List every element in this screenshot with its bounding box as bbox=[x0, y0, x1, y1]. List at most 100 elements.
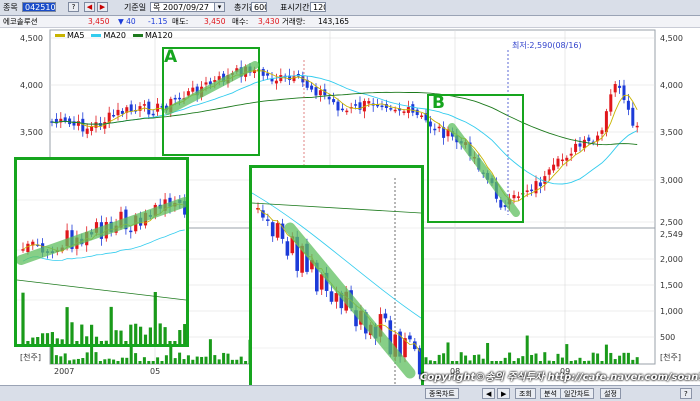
candle-body bbox=[543, 176, 547, 184]
volume-bar bbox=[98, 361, 102, 364]
volume-bar bbox=[508, 352, 512, 364]
volume-bar bbox=[472, 355, 476, 364]
volume-bar bbox=[587, 360, 591, 364]
candle-body bbox=[274, 80, 278, 84]
candle-body bbox=[437, 126, 441, 129]
candle-body bbox=[156, 103, 160, 112]
volume-tick-2000: 2,000 bbox=[660, 255, 683, 264]
volume-bar bbox=[116, 361, 120, 364]
candle-body bbox=[191, 87, 195, 92]
candle-body bbox=[600, 130, 604, 134]
toolbar: 종목 042510 ? ◀ ▶ 기준일 목 2007/09/27 ▾ 총기간 6… bbox=[0, 0, 700, 16]
legend-ma5: MA5 bbox=[55, 31, 84, 40]
next-button[interactable]: ▶ bbox=[97, 2, 108, 12]
change-rate: -1.15 bbox=[148, 17, 168, 26]
volume-bar bbox=[160, 361, 164, 364]
candle-body bbox=[63, 117, 67, 122]
volume-bar bbox=[59, 356, 63, 364]
candle-body bbox=[512, 195, 516, 199]
volume-bar bbox=[85, 352, 89, 364]
candle-body bbox=[314, 87, 318, 96]
volume-bar bbox=[119, 330, 123, 344]
volume-bar bbox=[200, 356, 204, 364]
volume-bar bbox=[55, 338, 59, 344]
volume-bar bbox=[433, 361, 437, 364]
analysis-button[interactable]: 분석 bbox=[540, 388, 561, 399]
help-bottom-button[interactable]: ? bbox=[680, 388, 692, 399]
volume-bar bbox=[552, 361, 556, 364]
volume-bar bbox=[235, 359, 239, 364]
period-input[interactable]: 600 bbox=[251, 2, 267, 12]
daily-chart-button[interactable]: 일간차트 bbox=[560, 388, 594, 399]
volume-bar bbox=[503, 357, 507, 364]
zoom-chart-b bbox=[252, 178, 421, 390]
candle-body bbox=[538, 182, 542, 187]
scroll-right-button[interactable]: ▶ bbox=[497, 388, 511, 399]
volume-bar bbox=[31, 337, 35, 344]
volume-bar bbox=[112, 359, 116, 364]
volume-bar bbox=[99, 341, 103, 344]
volume-bar bbox=[45, 333, 50, 344]
volume-bar bbox=[490, 361, 494, 364]
display-label: 표시기간 bbox=[280, 3, 310, 12]
date-input[interactable]: 목 2007/09/27 bbox=[150, 2, 218, 12]
volume-bar bbox=[582, 361, 586, 364]
volume-bar bbox=[512, 361, 516, 364]
prev-button[interactable]: ◀ bbox=[84, 2, 95, 12]
volume-bar bbox=[468, 360, 472, 364]
low-price-note: 최저:2,590(08/16) bbox=[512, 41, 582, 50]
candle-body bbox=[129, 104, 133, 112]
candle-body bbox=[415, 109, 419, 116]
volume-bar bbox=[125, 357, 129, 364]
candle-body bbox=[411, 104, 415, 113]
candle-body bbox=[275, 223, 280, 238]
candle-body bbox=[266, 73, 270, 76]
candle-body bbox=[354, 104, 358, 106]
candle-body bbox=[336, 101, 340, 111]
volume-bar bbox=[477, 354, 481, 364]
candle-body bbox=[552, 164, 556, 171]
candle-body bbox=[367, 101, 371, 104]
settings-button[interactable]: 설정 bbox=[600, 388, 621, 399]
candle-body bbox=[525, 190, 529, 192]
volume-bar bbox=[163, 327, 167, 344]
scroll-left-button[interactable]: ◀ bbox=[482, 388, 496, 399]
date-dropdown-icon[interactable]: ▾ bbox=[214, 2, 225, 12]
volume-tick-500: 500 bbox=[660, 333, 676, 342]
stock-chart-tab[interactable]: 종목차트 bbox=[425, 388, 459, 399]
candle-body bbox=[556, 158, 560, 167]
volume-bar bbox=[530, 354, 534, 364]
help-button[interactable]: ? bbox=[68, 2, 79, 12]
volume-bar bbox=[183, 324, 186, 344]
ask-label: 매도: bbox=[172, 17, 189, 26]
volume-bar bbox=[604, 344, 608, 364]
candle-body bbox=[319, 274, 324, 290]
price-tick-4500: 4,500 bbox=[660, 34, 683, 43]
candle-body bbox=[389, 108, 393, 110]
current-price: 3,450 bbox=[88, 17, 110, 26]
stock-code-input[interactable]: 042510 bbox=[22, 2, 56, 12]
candle-body bbox=[516, 196, 520, 198]
display-input[interactable]: 120 bbox=[310, 2, 326, 12]
volume-tick-max: 2,549 bbox=[660, 230, 683, 239]
ma-legend: MA5 MA20 MA120 bbox=[55, 31, 173, 40]
volume-bar bbox=[217, 359, 221, 364]
volume-bar bbox=[186, 355, 190, 364]
price-tick-2500: 2,500 bbox=[660, 218, 683, 227]
volume-bar bbox=[173, 358, 177, 364]
volume-bar bbox=[222, 352, 226, 364]
stock-name: 에코솔루션 bbox=[3, 17, 38, 26]
zoom-chart-a bbox=[17, 192, 186, 344]
volume-bar bbox=[481, 358, 485, 364]
volume-bar bbox=[547, 360, 551, 364]
volume-bar bbox=[36, 337, 40, 344]
candle-body bbox=[204, 82, 208, 85]
volume-bar bbox=[85, 336, 89, 344]
volume-bar bbox=[63, 353, 67, 364]
volume-bar bbox=[90, 324, 94, 344]
volume-bar bbox=[156, 357, 160, 364]
query-button[interactable]: 조회 bbox=[515, 388, 536, 399]
volume-bar bbox=[486, 342, 490, 364]
volume-bar bbox=[134, 323, 138, 344]
legend-ma20: MA20 bbox=[91, 31, 126, 40]
